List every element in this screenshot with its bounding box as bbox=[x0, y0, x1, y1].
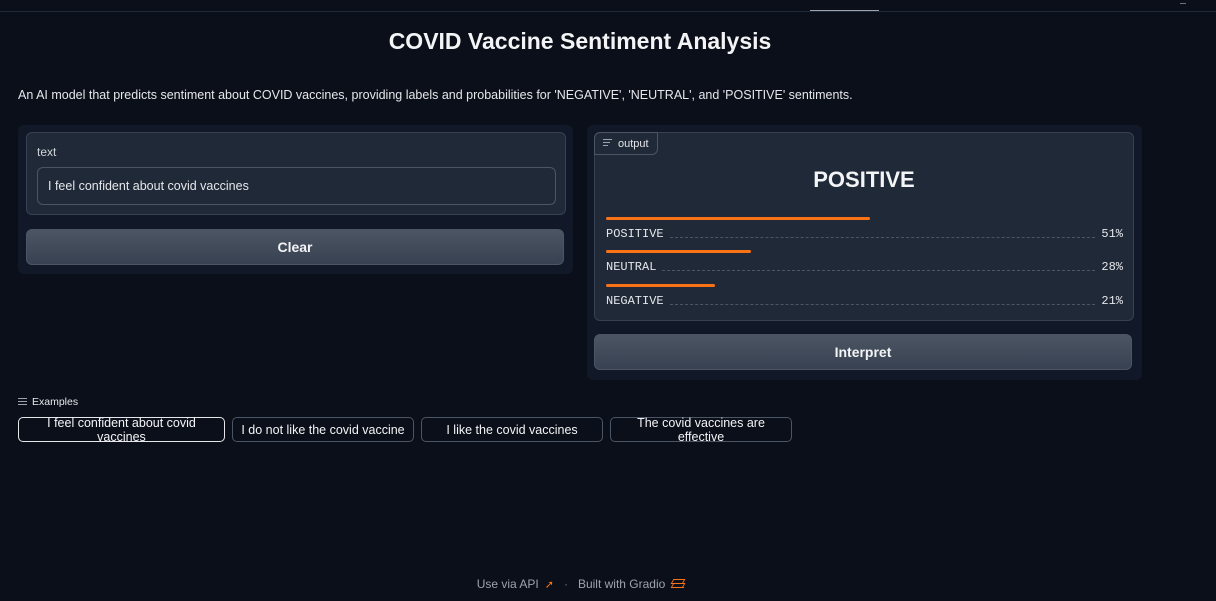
example-button[interactable]: I do not like the covid vaccine bbox=[232, 417, 414, 442]
text-input-block: text bbox=[26, 132, 566, 215]
confidence-value: 21% bbox=[1101, 294, 1123, 308]
confidence-bar bbox=[606, 250, 751, 253]
footer: Use via API ➚ · Built with Gradio bbox=[0, 577, 1160, 591]
gradio-logo-icon bbox=[670, 578, 686, 590]
confidence-bar bbox=[606, 284, 715, 287]
footer-separator: · bbox=[563, 577, 568, 591]
rocket-icon: ➚ bbox=[544, 578, 554, 591]
confidence-neutral: NEUTRAL 28% bbox=[606, 250, 1123, 280]
example-button[interactable]: I like the covid vaccines bbox=[421, 417, 603, 442]
confidence-label: NEGATIVE bbox=[606, 294, 664, 308]
confidence-value: 51% bbox=[1101, 227, 1123, 241]
top-bar bbox=[0, 0, 1216, 12]
output-tag-label: output bbox=[618, 137, 649, 150]
confidence-label: NEUTRAL bbox=[606, 260, 657, 274]
built-with-gradio-link[interactable]: Built with Gradio bbox=[578, 577, 665, 591]
page-description: An AI model that predicts sentiment abou… bbox=[18, 88, 853, 102]
input-panel: text Clear bbox=[18, 125, 573, 274]
confidence-leader bbox=[669, 236, 1096, 238]
predicted-label: POSITIVE bbox=[813, 167, 915, 192]
confidence-bar bbox=[606, 217, 870, 220]
confidence-value: 28% bbox=[1101, 260, 1123, 274]
example-button[interactable]: I feel confident about covid vaccines bbox=[18, 416, 225, 444]
output-tag: output bbox=[594, 132, 658, 155]
active-tab-indicator bbox=[810, 10, 879, 11]
examples-heading: Examples bbox=[18, 396, 78, 408]
text-input-label: text bbox=[37, 145, 57, 159]
text-input[interactable] bbox=[37, 167, 556, 205]
list-icon bbox=[18, 398, 27, 406]
confidence-positive: POSITIVE 51% bbox=[606, 217, 1123, 247]
confidence-negative: NEGATIVE 21% bbox=[606, 284, 1123, 314]
confidence-label: POSITIVE bbox=[606, 227, 664, 241]
clear-button[interactable]: Clear bbox=[26, 229, 564, 265]
page-title: COVID Vaccine Sentiment Analysis bbox=[388, 28, 772, 54]
confidence-leader bbox=[662, 269, 1096, 271]
label-icon bbox=[603, 139, 612, 148]
confidence-leader bbox=[669, 303, 1096, 305]
interpret-button[interactable]: Interpret bbox=[594, 334, 1132, 370]
use-api-link[interactable]: Use via API bbox=[477, 577, 539, 591]
corner-icon bbox=[1180, 0, 1186, 4]
example-button[interactable]: The covid vaccines are effective bbox=[610, 416, 792, 444]
examples-heading-label: Examples bbox=[32, 396, 79, 408]
output-block: output POSITIVE POSITIVE 51% NEUTRAL 28%… bbox=[594, 132, 1134, 321]
output-panel: output POSITIVE POSITIVE 51% NEUTRAL 28%… bbox=[587, 125, 1142, 380]
